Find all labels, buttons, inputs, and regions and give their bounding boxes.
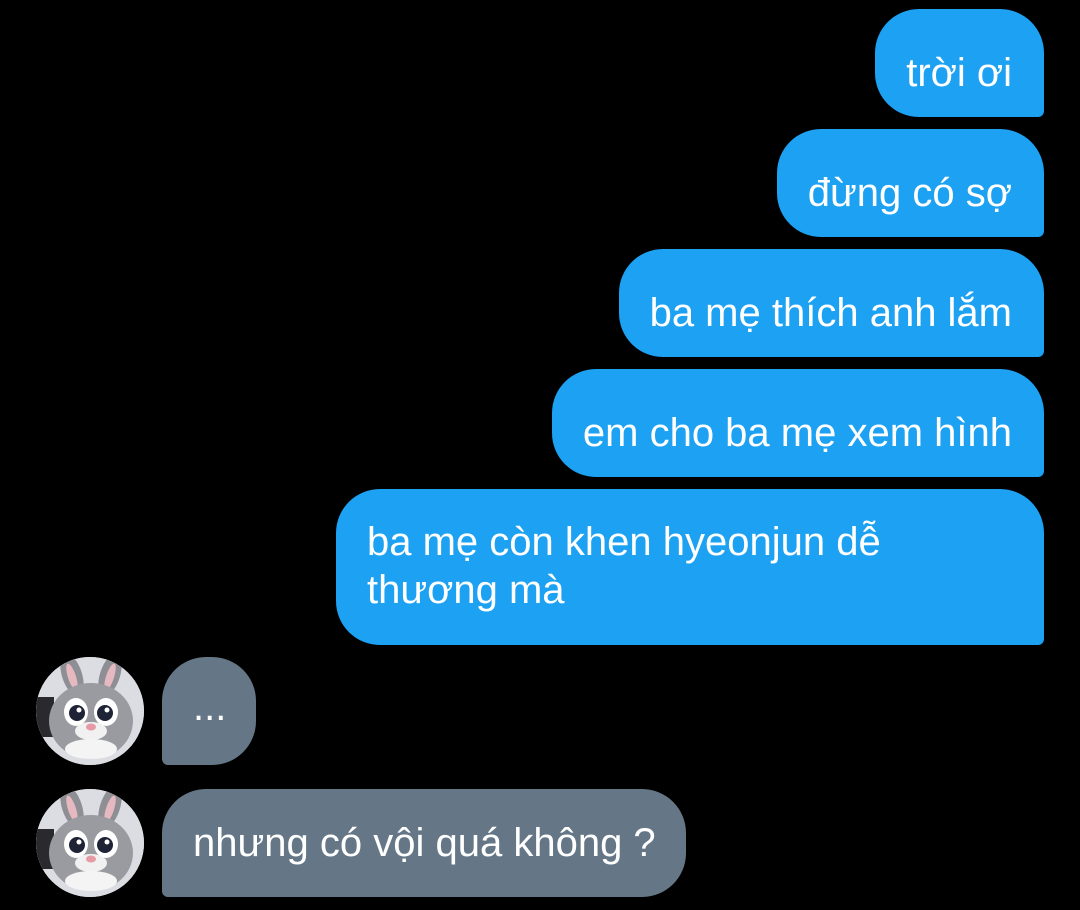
outgoing-message-bubble[interactable]: trời ơi (875, 9, 1044, 117)
message-text: đừng có sợ (807, 171, 1012, 215)
outgoing-message-bubble[interactable]: ba mẹ thích anh lắm (618, 249, 1044, 357)
bunny-avatar-icon[interactable] (36, 789, 144, 897)
bunny-mascot-icon (36, 657, 144, 765)
bunny-avatar-icon[interactable] (36, 657, 144, 765)
message-text: ba mẹ thích anh lắm (649, 291, 1012, 335)
message-text: ... (193, 685, 227, 729)
incoming-message-bubble[interactable]: nhưng có vội quá không ? (162, 789, 686, 897)
message-text: nhưng có vội quá không ? (193, 821, 656, 865)
outgoing-message-bubble[interactable]: đừng có sợ (776, 129, 1044, 237)
bunny-mascot-icon (36, 789, 144, 897)
message-text: trời ơi (906, 51, 1012, 95)
message-text: em cho ba mẹ xem hình (582, 411, 1012, 455)
message-text: ba mẹ còn khen hyeonjun dễ thương mà (367, 520, 881, 612)
incoming-message-bubble[interactable]: ... (162, 657, 257, 765)
outgoing-message-bubble[interactable]: ba mẹ còn khen hyeonjun dễ thương mà (336, 489, 1044, 645)
outgoing-message-bubble[interactable]: em cho ba mẹ xem hình (551, 369, 1044, 477)
